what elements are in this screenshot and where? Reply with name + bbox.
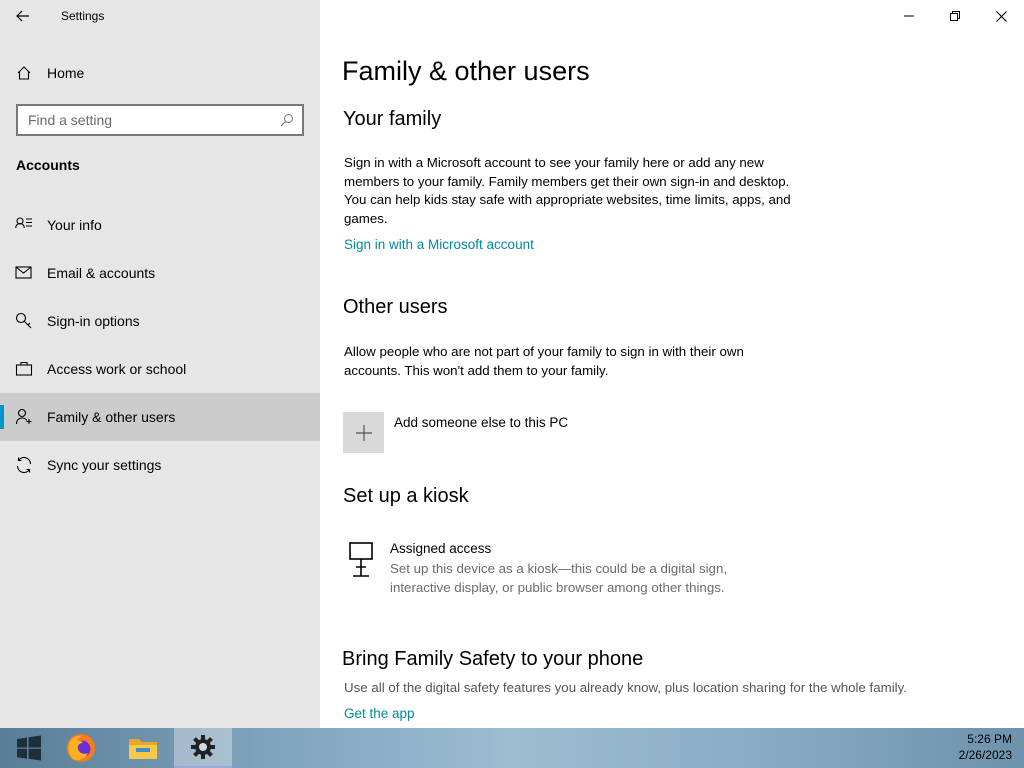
kiosk-icon — [349, 542, 373, 577]
search-input[interactable]: Find a setting — [28, 112, 280, 128]
briefcase-icon — [15, 361, 33, 376]
close-icon — [995, 10, 1007, 22]
key-icon — [15, 312, 32, 329]
sync-icon — [16, 456, 32, 474]
back-arrow-icon — [16, 10, 29, 22]
minimize-button[interactable] — [886, 0, 932, 32]
system-clock[interactable]: 5:26 PM 2/26/2023 — [959, 731, 1012, 763]
clock-time: 5:26 PM — [967, 732, 1012, 746]
sidebar-item-label: Family & other users — [47, 409, 176, 425]
sidebar-item-label: Your info — [47, 217, 102, 233]
taskbar: 5:26 PM 2/26/2023 — [0, 728, 1024, 768]
mail-icon — [15, 266, 32, 279]
sidebar-item-your-info[interactable]: Your info — [0, 201, 320, 249]
family-safety-heading: Bring Family Safety to your phone — [342, 648, 644, 670]
taskbar-settings[interactable] — [174, 728, 232, 768]
section-title: Accounts — [16, 157, 80, 173]
search-icon[interactable] — [280, 113, 294, 127]
kiosk-heading: Set up a kiosk — [343, 485, 469, 507]
sidebar-item-label: Sync your settings — [47, 457, 162, 473]
home-icon — [17, 66, 31, 80]
your-family-text: Sign in with a Microsoft account to see … — [344, 155, 791, 226]
sidebar-item-sync-settings[interactable]: Sync your settings — [0, 441, 320, 489]
back-button[interactable] — [0, 0, 46, 32]
sidebar-item-label: Sign-in options — [47, 313, 140, 329]
sidebar-item-access-work[interactable]: Access work or school — [0, 345, 320, 393]
home-label: Home — [47, 65, 85, 81]
add-user-button[interactable] — [343, 412, 384, 453]
assigned-access-desc: Set up this device as a kiosk—this could… — [390, 561, 728, 595]
taskbar-firefox[interactable] — [52, 728, 110, 768]
firefox-icon — [67, 734, 95, 762]
content-pane: Family & other users Your family Sign in… — [320, 0, 1024, 728]
window-controls — [886, 0, 1024, 32]
add-user-label[interactable]: Add someone else to this PC — [394, 415, 568, 430]
person-add-icon — [15, 408, 32, 425]
close-button[interactable] — [978, 0, 1024, 32]
other-users-text: Allow people who are not part of your fa… — [344, 344, 744, 378]
sign-in-microsoft-link[interactable]: Sign in with a Microsoft account — [344, 237, 534, 252]
sidebar-item-label: Access work or school — [47, 361, 187, 377]
restore-icon — [950, 11, 960, 21]
sidebar-item-email-accounts[interactable]: Email & accounts — [0, 249, 320, 297]
assigned-access-title[interactable]: Assigned access — [390, 541, 491, 556]
home-nav[interactable]: Home — [0, 56, 320, 90]
your-family-heading: Your family — [343, 108, 442, 130]
sidebar-item-sign-in-options[interactable]: Sign-in options — [0, 297, 320, 345]
plus-icon — [355, 424, 372, 441]
file-explorer-icon — [129, 739, 157, 759]
app-title: Settings — [61, 9, 105, 23]
sidebar-item-family-other-users[interactable]: Family & other users — [0, 393, 320, 441]
sidebar-item-label: Email & accounts — [47, 265, 156, 281]
taskbar-file-explorer[interactable] — [114, 728, 172, 768]
clock-date: 2/26/2023 — [958, 748, 1012, 762]
page-title: Family & other users — [342, 56, 590, 86]
get-the-app-link[interactable]: Get the app — [344, 706, 415, 721]
restore-button[interactable] — [932, 0, 978, 32]
titlebar-left: Settings — [0, 0, 320, 32]
family-safety-desc: Use all of the digital safety features y… — [344, 680, 907, 695]
minimize-icon — [904, 15, 914, 17]
settings-gear-icon — [191, 735, 215, 759]
search-box[interactable]: Find a setting — [16, 104, 304, 136]
sidebar: Settings Home Find a setting Accounts Yo… — [0, 0, 320, 728]
start-button[interactable] — [0, 728, 58, 768]
person-list-icon — [15, 217, 32, 229]
other-users-heading: Other users — [343, 296, 448, 318]
start-icon — [17, 735, 41, 761]
